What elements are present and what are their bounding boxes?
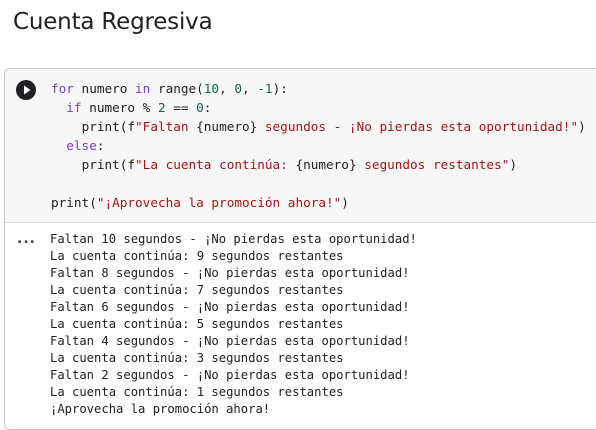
- code-token: ): [578, 119, 586, 134]
- string-literal: segundos restantes": [356, 157, 510, 172]
- code-token: ,: [242, 81, 258, 96]
- cell-output: Faltan 10 segundos - ¡No pierdas esta op…: [50, 231, 417, 418]
- code-token: ): [509, 157, 517, 172]
- output-actions-menu-icon[interactable]: ...: [17, 232, 36, 246]
- number-literal: 0: [196, 100, 204, 115]
- output-line: La cuenta continúa: 7 segundos restantes: [50, 283, 344, 297]
- keyword-else: else: [66, 138, 97, 153]
- output-line: Faltan 4 segundos - ¡No pierdas esta opo…: [50, 334, 410, 348]
- code-token: print(: [51, 195, 97, 210]
- number-literal: -1: [257, 81, 273, 96]
- number-literal: 10: [203, 81, 220, 96]
- output-line: Faltan 8 segundos - ¡No pierdas esta opo…: [50, 266, 410, 280]
- code-editor[interactable]: for numero in range(10, 0, -1): if numer…: [5, 69, 596, 223]
- fstring-expression: {numero}: [295, 157, 357, 172]
- output-line: La cuenta continúa: 9 segundos restantes: [50, 249, 344, 263]
- play-icon: [24, 85, 31, 95]
- number-literal: 0: [234, 81, 242, 96]
- string-literal: "La cuenta continúa:: [135, 157, 296, 172]
- section-heading: Cuenta Regresiva: [13, 9, 213, 35]
- code-token: :: [96, 138, 105, 153]
- string-literal: "¡Aprovecha la promoción ahora!": [96, 195, 342, 210]
- code-token: ==: [165, 100, 197, 115]
- code-line-3: print(f"Faltan {numero} segundos - ¡No p…: [51, 119, 586, 134]
- code-cell[interactable]: for numero in range(10, 0, -1): if numer…: [4, 68, 596, 430]
- code-text[interactable]: for numero in range(10, 0, -1): if numer…: [51, 79, 586, 212]
- output-line: Faltan 10 segundos - ¡No pierdas esta op…: [50, 232, 417, 246]
- code-token: range(: [150, 81, 204, 96]
- keyword-in: in: [135, 81, 151, 96]
- code-token: :: [203, 100, 212, 115]
- fstring-expression: {numero}: [196, 119, 258, 134]
- keyword-for: for: [51, 81, 74, 96]
- number-literal: 2: [157, 100, 166, 115]
- string-literal: segundos - ¡No pierdas esta oportunidad!…: [257, 119, 579, 134]
- code-token: numero: [73, 81, 136, 96]
- run-cell-button[interactable]: [16, 80, 36, 100]
- code-token: numero %: [81, 100, 158, 115]
- output-line: ¡Aprovecha la promoción ahora!: [50, 402, 271, 416]
- code-line-7: print("¡Aprovecha la promoción ahora!"): [51, 195, 349, 210]
- code-token: ):: [272, 81, 288, 96]
- code-line-4: else:: [51, 138, 104, 153]
- output-line: Faltan 6 segundos - ¡No pierdas esta opo…: [50, 300, 410, 314]
- output-line: La cuenta continúa: 3 segundos restantes: [50, 351, 344, 365]
- code-token: print(f: [81, 119, 136, 134]
- code-token: ,: [219, 81, 235, 96]
- output-line: La cuenta continúa: 1 segundos restantes: [50, 385, 344, 399]
- output-line: Faltan 2 segundos - ¡No pierdas esta opo…: [50, 368, 410, 382]
- output-line: La cuenta continúa: 5 segundos restantes: [50, 317, 344, 331]
- code-line-2: if numero % 2 == 0:: [51, 100, 211, 115]
- code-line-1: for numero in range(10, 0, -1):: [51, 81, 288, 96]
- string-literal: "Faltan: [135, 119, 197, 134]
- code-token: ): [341, 195, 349, 210]
- code-token: print(f: [81, 157, 136, 172]
- keyword-if: if: [66, 100, 82, 115]
- code-line-5: print(f"La cuenta continúa: {numero} seg…: [51, 157, 517, 172]
